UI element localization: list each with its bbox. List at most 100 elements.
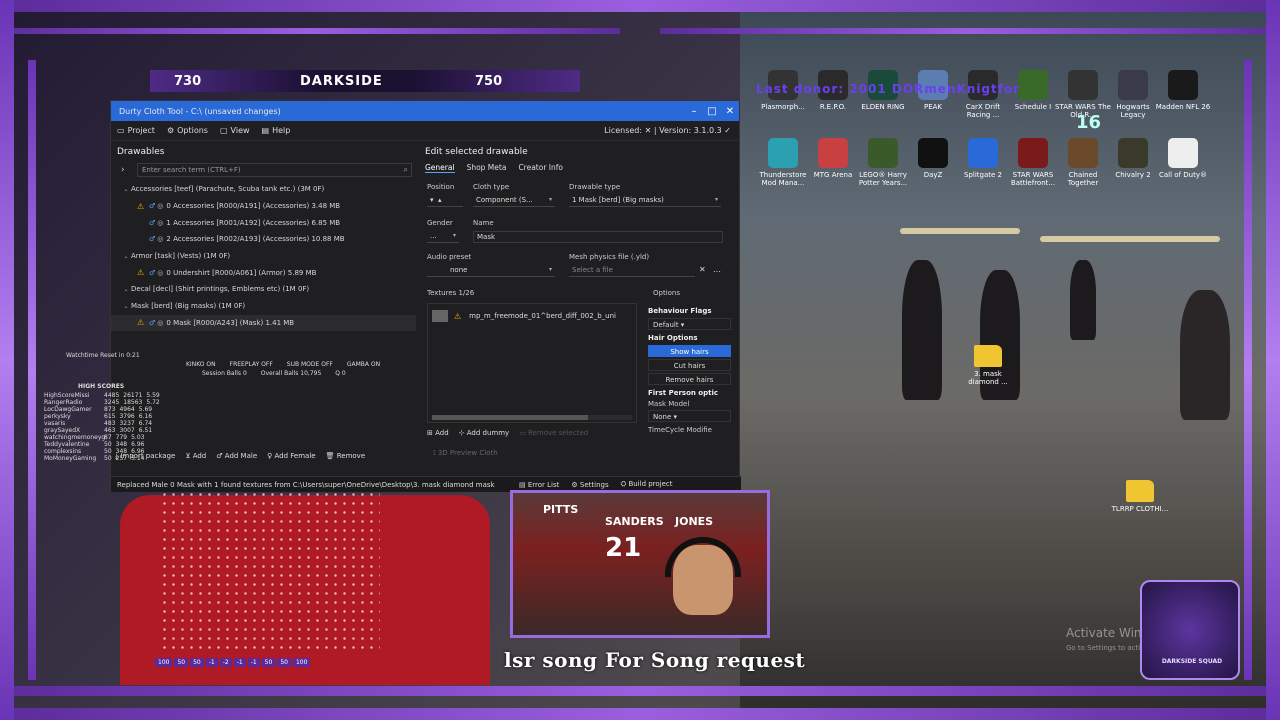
- song-request-ticker: lsr song For Song request: [504, 648, 806, 672]
- folder-icon: [1126, 480, 1154, 502]
- menu-project[interactable]: ▭ Project: [117, 126, 155, 135]
- drawable-type-select[interactable]: 1 Mask [berd] (Big masks) ▾: [569, 195, 721, 207]
- channel-logo: [1140, 580, 1240, 680]
- cloth-type-select[interactable]: Component (S... ▾: [473, 195, 555, 207]
- name-input[interactable]: Mask: [473, 231, 723, 243]
- jersey-number: 21: [605, 533, 642, 563]
- search-input[interactable]: Enter search term (CTRL+F) ⌕: [137, 163, 412, 177]
- visibility-icon[interactable]: ◎: [157, 235, 163, 243]
- scoreboard-title: DARKSIDE: [300, 73, 383, 89]
- kinko-flag: KINKO ON: [186, 361, 216, 368]
- browse-button[interactable]: …: [713, 265, 721, 274]
- tree-item[interactable]: ⚠ ♂ ◎ 0 Accessories [R000/A191] (Accessorie…: [111, 198, 416, 215]
- chevron-down-icon[interactable]: ⌄: [121, 286, 131, 293]
- horizontal-scrollbar[interactable]: [432, 415, 632, 420]
- score-cell: 257: [115, 455, 128, 462]
- menu-options[interactable]: ⚙ Options: [167, 126, 208, 135]
- tree-group[interactable]: ⌄ Accessories [teef] (Parachute, Scuba ta…: [111, 181, 416, 198]
- cut-hairs-button[interactable]: Cut hairs: [648, 359, 731, 371]
- clear-icon[interactable]: ✕: [699, 265, 706, 274]
- show-hairs-button[interactable]: Show hairs: [648, 345, 731, 357]
- overall-balls: Overall Balls 10,795: [260, 370, 322, 377]
- pane-title: Edit selected drawable: [425, 147, 528, 157]
- score-cell: 87: [104, 434, 112, 441]
- tab-shop-meta[interactable]: Shop Meta: [467, 163, 507, 173]
- score-cell: 5.72: [146, 399, 160, 406]
- build-project-button[interactable]: ⛭ Build project: [621, 480, 673, 489]
- tree-group[interactable]: ⌄ Decal [decl] (Shirt printings, Emblems …: [111, 281, 416, 298]
- gender-select[interactable]: ... ▾: [427, 231, 459, 243]
- texture-name: mp_m_freemode_01^berd_diff_002_b_uni: [469, 312, 616, 320]
- shortcut-label: ELDEN RING: [861, 103, 905, 111]
- maximize-button[interactable]: □: [703, 106, 721, 117]
- chevron-down-icon[interactable]: ⌄: [121, 303, 131, 310]
- visibility-icon[interactable]: ◎: [157, 319, 163, 327]
- settings-button[interactable]: ⚙ Settings: [571, 481, 608, 489]
- audio-select[interactable]: none ▾: [427, 265, 555, 277]
- tree-item[interactable]: ⚠ ♂ ◎ 0 Mask [R000/A243] (Mask) 1.41 MB: [111, 314, 416, 332]
- preview-cloth-toggle[interactable]: ⟟ 3D Preview Cloth: [433, 449, 498, 458]
- menu-help[interactable]: ▤ Help: [262, 126, 291, 135]
- visibility-icon[interactable]: ◎: [157, 269, 163, 277]
- edit-tabs: General Shop Meta Creator Info: [419, 161, 739, 175]
- warning-icon: ⚠: [137, 201, 145, 211]
- folder-tlrp[interactable]: TLRRP CLOTHI...: [1110, 480, 1170, 513]
- male-icon: ♂: [149, 235, 156, 244]
- submode-flag: SUB MODE OFF: [286, 361, 333, 368]
- chat-value: -1: [205, 658, 218, 667]
- visibility-icon[interactable]: ◎: [157, 202, 163, 210]
- error-list-button[interactable]: ▤ Error List: [519, 481, 559, 489]
- scroll-thumb[interactable]: [432, 415, 588, 420]
- desktop-shortcut[interactable]: Madden NFL 26: [1154, 70, 1212, 111]
- button-label: Remove selected: [528, 429, 589, 437]
- app-icon: [768, 138, 798, 168]
- shortcut-label: R.E.P.O.: [819, 103, 847, 111]
- tree-item[interactable]: ♂ ◎ 2 Accessories [R002/A193] (Accessories…: [111, 231, 416, 248]
- position-stepper[interactable]: ▾ ▴: [427, 195, 463, 207]
- close-button[interactable]: ✕: [721, 106, 739, 117]
- select-value: ...: [430, 232, 437, 240]
- score-cell: 615: [104, 413, 116, 420]
- score-cell: 6.96: [131, 441, 145, 448]
- score-cell: watchingmemoneyg: [44, 434, 106, 441]
- tree-group[interactable]: ⌄ Armor [task] (Vests) (1M 0F): [111, 248, 416, 265]
- chevron-down-icon[interactable]: ⌄: [121, 186, 131, 193]
- high-score-row: graySayedX 463 3007 6.51: [44, 427, 384, 434]
- add-dummy-button[interactable]: ⊹ Add dummy: [459, 429, 510, 437]
- texture-item[interactable]: ⚠ mp_m_freemode_01^berd_diff_002_b_uni: [428, 304, 636, 328]
- remove-hairs-button[interactable]: Remove hairs: [648, 373, 731, 385]
- menu-view[interactable]: ▢ View: [220, 126, 250, 135]
- shortcut-label: Madden NFL 26: [1155, 103, 1211, 111]
- title-bar[interactable]: Durty Cloth Tool - C:\ (unsaved changes)…: [111, 101, 739, 121]
- frame-right-inner: [1244, 60, 1252, 680]
- lights: [900, 228, 1020, 234]
- male-icon: ♂: [149, 202, 156, 211]
- chevron-down-icon[interactable]: ⌄: [121, 253, 131, 260]
- remove-selected-button[interactable]: ▭ Remove selected: [519, 429, 588, 437]
- folder-diamond[interactable]: 3. mask diamond ...: [958, 345, 1018, 386]
- add-texture-button[interactable]: ⊞ Add: [427, 429, 449, 437]
- male-icon: ♂: [149, 318, 156, 327]
- select-value: 1 Mask [berd] (Big masks): [572, 196, 664, 204]
- visibility-icon[interactable]: ◎: [157, 219, 163, 227]
- mesh-file-input[interactable]: Select a file: [569, 265, 695, 277]
- app-icon: [1168, 70, 1198, 100]
- score-cell: 6.96: [131, 448, 145, 455]
- drawables-tree: ⌄ Accessories [teef] (Parachute, Scuba ta…: [111, 181, 416, 332]
- behaviour-select[interactable]: Default ▾: [648, 318, 731, 330]
- tab-general[interactable]: General: [425, 163, 455, 173]
- score-cell: 3245: [104, 399, 120, 406]
- score-cell: 348: [115, 448, 128, 455]
- tab-creator-info[interactable]: Creator Info: [518, 163, 563, 173]
- status-message: Replaced Male 0 Mask with 1 found textur…: [117, 480, 495, 489]
- desktop-shortcut[interactable]: Call of Duty®: [1154, 138, 1212, 179]
- score-cell: 5.59: [146, 392, 160, 399]
- audio-label: Audio preset: [427, 253, 472, 261]
- mask-model-select[interactable]: None ▾: [648, 410, 731, 422]
- tree-group[interactable]: ⌄ Mask [berd] (Big masks) (1M 0F): [111, 298, 416, 315]
- tree-item[interactable]: ⚠ ♂ ◎ 0 Undershirt [R000/A061] (Armor) 5.89…: [111, 264, 416, 281]
- expand-icon[interactable]: ›: [121, 165, 125, 175]
- tree-item[interactable]: ♂ ◎ 1 Accessories [R001/A192] (Accessories…: [111, 214, 416, 231]
- high-scores-title: HIGH SCORES: [78, 383, 125, 390]
- minimize-button[interactable]: –: [685, 106, 703, 117]
